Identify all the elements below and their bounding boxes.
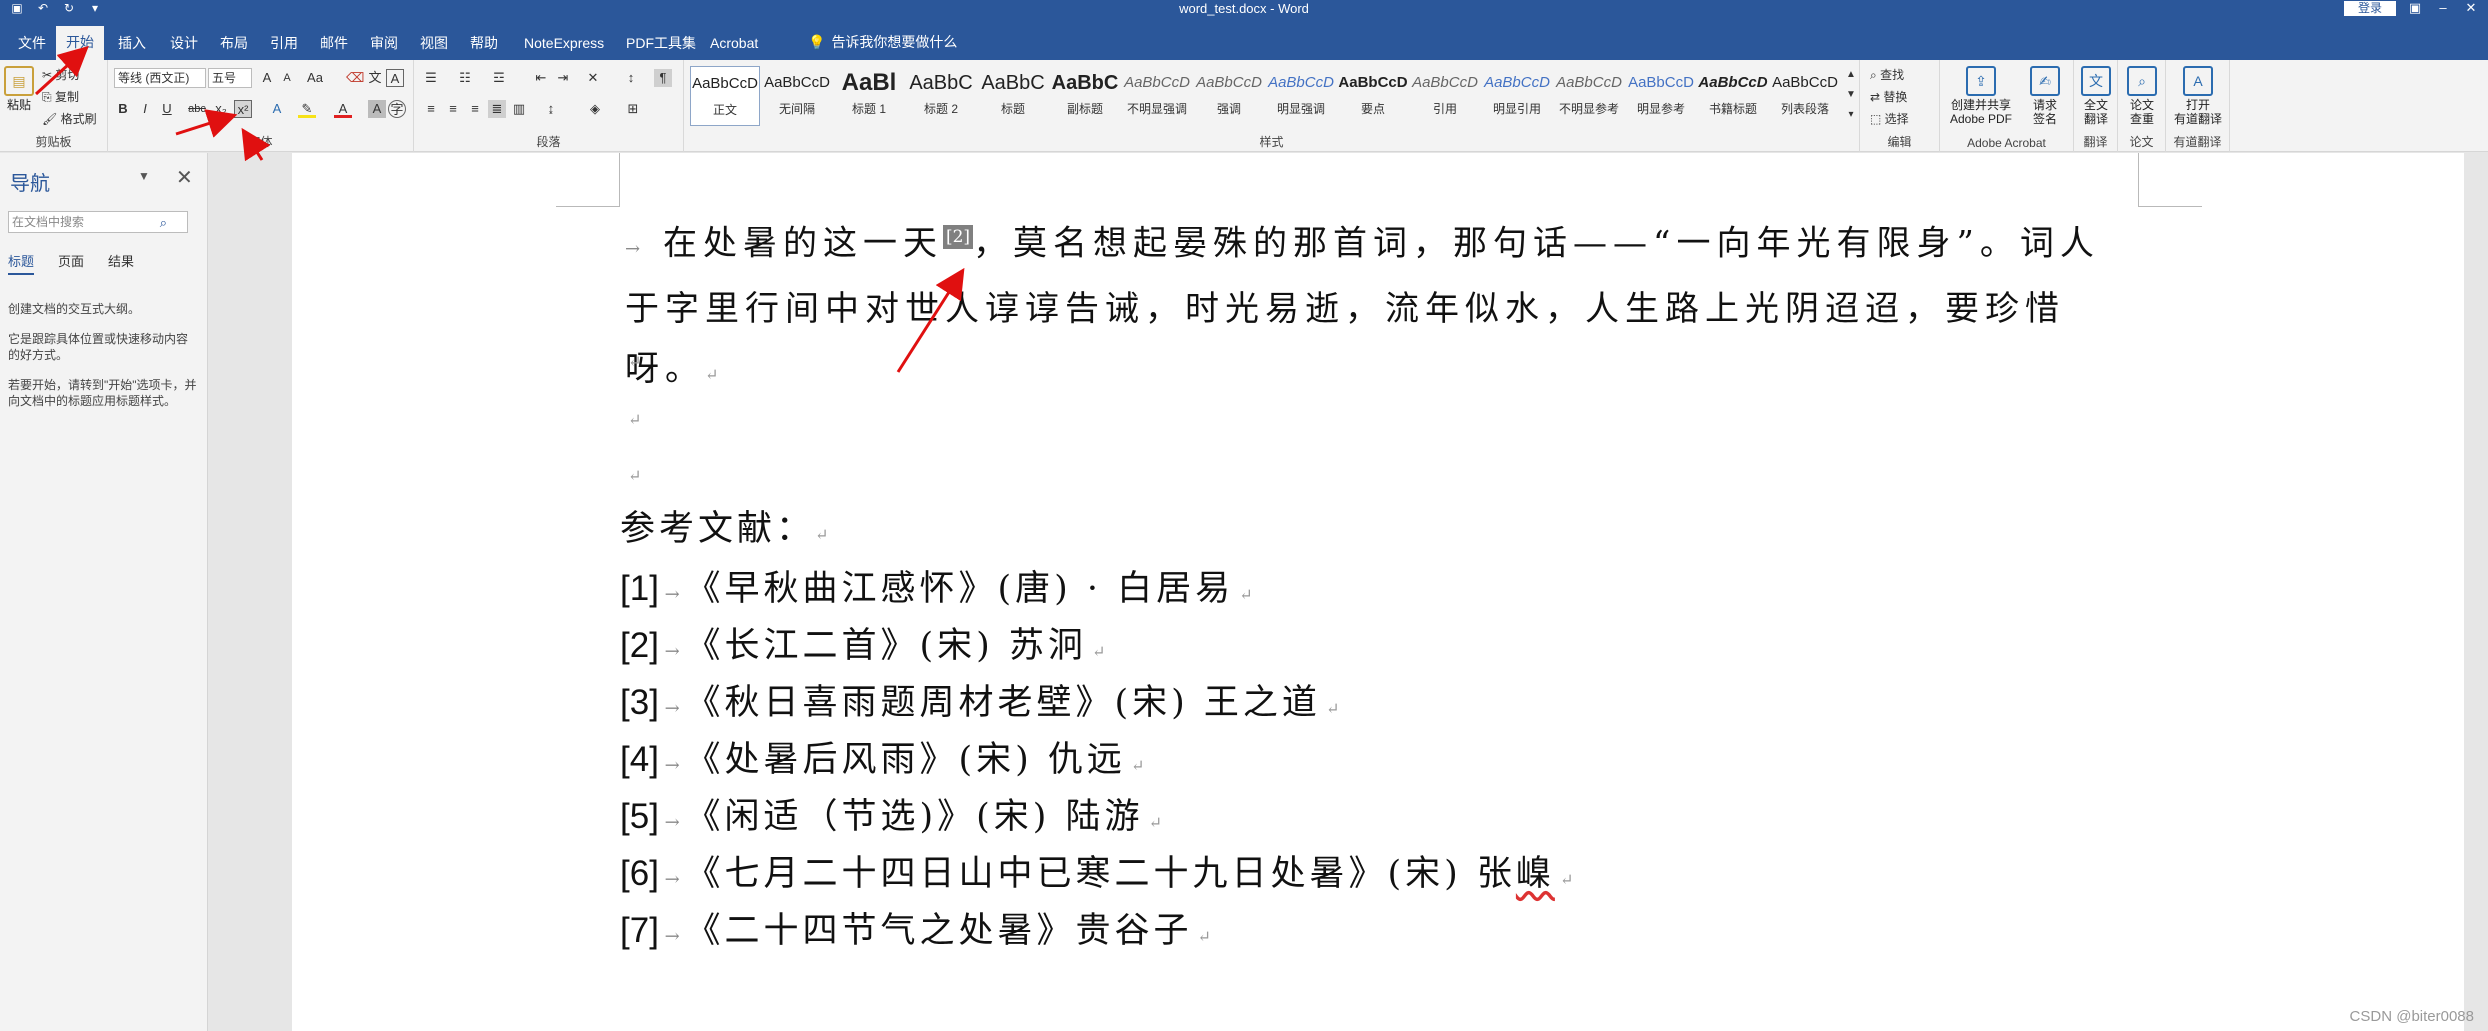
annotation-arrows <box>34 45 965 373</box>
arrow-to-home-tab <box>34 45 89 96</box>
arrow-to-superscript <box>175 109 238 138</box>
arrow-to-footnote <box>896 267 965 373</box>
arrow-to-font-label <box>241 127 271 162</box>
